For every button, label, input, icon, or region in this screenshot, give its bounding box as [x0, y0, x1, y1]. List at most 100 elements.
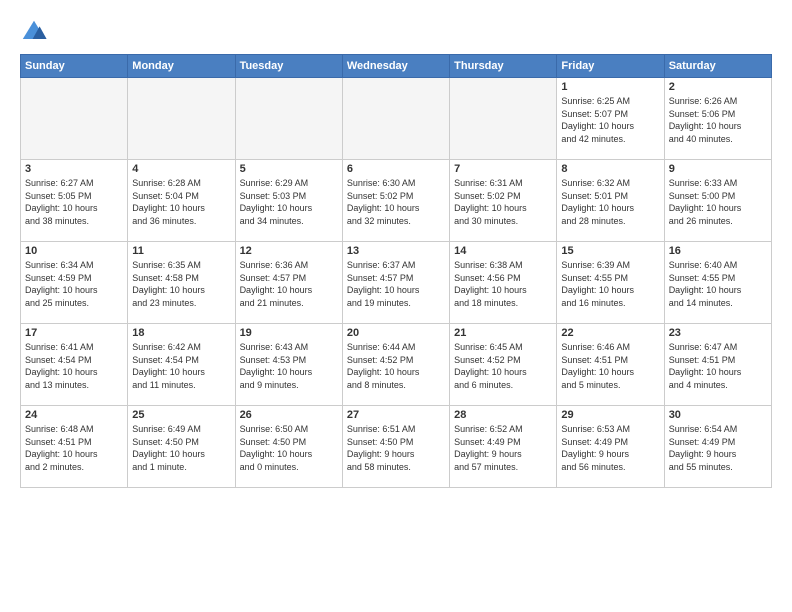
day-number: 19 — [240, 327, 338, 339]
calendar-cell: 20 Sunrise: 6:44 AM Sunset: 4:52 PM Dayli… — [342, 324, 449, 406]
logo — [20, 18, 52, 46]
day-info: Sunrise: 6:30 AM Sunset: 5:02 PM Dayligh… — [347, 177, 445, 227]
calendar-cell: 27 Sunrise: 6:51 AM Sunset: 4:50 PM Dayli… — [342, 406, 449, 488]
day-info: Sunrise: 6:53 AM Sunset: 4:49 PM Dayligh… — [561, 423, 659, 473]
day-info: Sunrise: 6:43 AM Sunset: 4:53 PM Dayligh… — [240, 341, 338, 391]
day-info: Sunrise: 6:46 AM Sunset: 4:51 PM Dayligh… — [561, 341, 659, 391]
calendar-cell: 28 Sunrise: 6:52 AM Sunset: 4:49 PM Dayli… — [450, 406, 557, 488]
calendar-cell: 8 Sunrise: 6:32 AM Sunset: 5:01 PM Daylig… — [557, 160, 664, 242]
calendar-cell — [450, 78, 557, 160]
day-info: Sunrise: 6:54 AM Sunset: 4:49 PM Dayligh… — [669, 423, 767, 473]
day-number: 11 — [132, 245, 230, 257]
day-number: 13 — [347, 245, 445, 257]
calendar-cell — [128, 78, 235, 160]
day-number: 17 — [25, 327, 123, 339]
day-info: Sunrise: 6:38 AM Sunset: 4:56 PM Dayligh… — [454, 259, 552, 309]
calendar-cell: 30 Sunrise: 6:54 AM Sunset: 4:49 PM Dayli… — [664, 406, 771, 488]
day-info: Sunrise: 6:28 AM Sunset: 5:04 PM Dayligh… — [132, 177, 230, 227]
calendar-cell: 18Sunrise: 6:42 AM Sunset: 4:54 PM Dayli… — [128, 324, 235, 406]
calendar-cell: 24 Sunrise: 6:48 AM Sunset: 4:51 PM Dayli… — [21, 406, 128, 488]
calendar-week-0: 1 Sunrise: 6:25 AM Sunset: 5:07 PM Daylig… — [21, 78, 772, 160]
day-info: Sunrise: 6:45 AM Sunset: 4:52 PM Dayligh… — [454, 341, 552, 391]
day-info: Sunrise: 6:48 AM Sunset: 4:51 PM Dayligh… — [25, 423, 123, 473]
calendar-cell: 9 Sunrise: 6:33 AM Sunset: 5:00 PM Daylig… — [664, 160, 771, 242]
day-number: 24 — [25, 409, 123, 421]
day-number: 3 — [25, 163, 123, 175]
day-number: 18 — [132, 327, 230, 339]
day-number: 8 — [561, 163, 659, 175]
day-number: 23 — [669, 327, 767, 339]
calendar-cell: 14 Sunrise: 6:38 AM Sunset: 4:56 PM Dayli… — [450, 242, 557, 324]
calendar-cell — [342, 78, 449, 160]
calendar-cell: 6 Sunrise: 6:30 AM Sunset: 5:02 PM Daylig… — [342, 160, 449, 242]
day-number: 16 — [669, 245, 767, 257]
calendar-cell: 13 Sunrise: 6:37 AM Sunset: 4:57 PM Dayli… — [342, 242, 449, 324]
calendar-cell: 1 Sunrise: 6:25 AM Sunset: 5:07 PM Daylig… — [557, 78, 664, 160]
day-info: Sunrise: 6:52 AM Sunset: 4:49 PM Dayligh… — [454, 423, 552, 473]
day-number: 1 — [561, 81, 659, 93]
calendar-cell: 29 Sunrise: 6:53 AM Sunset: 4:49 PM Dayli… — [557, 406, 664, 488]
day-number: 2 — [669, 81, 767, 93]
day-number: 15 — [561, 245, 659, 257]
calendar-week-1: 3Sunrise: 6:27 AM Sunset: 5:05 PM Daylig… — [21, 160, 772, 242]
day-number: 27 — [347, 409, 445, 421]
day-info: Sunrise: 6:37 AM Sunset: 4:57 PM Dayligh… — [347, 259, 445, 309]
calendar-cell: 10 Sunrise: 6:34 AM Sunset: 4:59 PM Dayli… — [21, 242, 128, 324]
calendar-header-sunday: Sunday — [21, 55, 128, 78]
calendar: SundayMondayTuesdayWednesdayThursdayFrid… — [20, 54, 772, 488]
calendar-header-row: SundayMondayTuesdayWednesdayThursdayFrid… — [21, 55, 772, 78]
day-info: Sunrise: 6:32 AM Sunset: 5:01 PM Dayligh… — [561, 177, 659, 227]
calendar-header-tuesday: Tuesday — [235, 55, 342, 78]
calendar-cell: 11 Sunrise: 6:35 AM Sunset: 4:58 PM Dayli… — [128, 242, 235, 324]
calendar-cell: 15 Sunrise: 6:39 AM Sunset: 4:55 PM Dayli… — [557, 242, 664, 324]
calendar-cell — [21, 78, 128, 160]
day-number: 29 — [561, 409, 659, 421]
day-number: 7 — [454, 163, 552, 175]
day-info: Sunrise: 6:25 AM Sunset: 5:07 PM Dayligh… — [561, 95, 659, 145]
calendar-header-friday: Friday — [557, 55, 664, 78]
day-info: Sunrise: 6:50 AM Sunset: 4:50 PM Dayligh… — [240, 423, 338, 473]
calendar-cell: 3Sunrise: 6:27 AM Sunset: 5:05 PM Daylig… — [21, 160, 128, 242]
day-number: 4 — [132, 163, 230, 175]
day-number: 25 — [132, 409, 230, 421]
calendar-cell: 7 Sunrise: 6:31 AM Sunset: 5:02 PM Daylig… — [450, 160, 557, 242]
calendar-header-wednesday: Wednesday — [342, 55, 449, 78]
day-info: Sunrise: 6:33 AM Sunset: 5:00 PM Dayligh… — [669, 177, 767, 227]
logo-icon — [20, 18, 48, 46]
calendar-cell: 19 Sunrise: 6:43 AM Sunset: 4:53 PM Dayli… — [235, 324, 342, 406]
header — [20, 18, 772, 46]
calendar-cell: 17Sunrise: 6:41 AM Sunset: 4:54 PM Dayli… — [21, 324, 128, 406]
calendar-week-4: 24 Sunrise: 6:48 AM Sunset: 4:51 PM Dayli… — [21, 406, 772, 488]
day-number: 26 — [240, 409, 338, 421]
calendar-header-saturday: Saturday — [664, 55, 771, 78]
day-number: 21 — [454, 327, 552, 339]
calendar-cell: 16Sunrise: 6:40 AM Sunset: 4:55 PM Dayli… — [664, 242, 771, 324]
day-number: 28 — [454, 409, 552, 421]
day-info: Sunrise: 6:44 AM Sunset: 4:52 PM Dayligh… — [347, 341, 445, 391]
day-number: 10 — [25, 245, 123, 257]
day-number: 14 — [454, 245, 552, 257]
calendar-header-monday: Monday — [128, 55, 235, 78]
day-number: 9 — [669, 163, 767, 175]
day-info: Sunrise: 6:39 AM Sunset: 4:55 PM Dayligh… — [561, 259, 659, 309]
day-number: 22 — [561, 327, 659, 339]
calendar-cell: 22 Sunrise: 6:46 AM Sunset: 4:51 PM Dayli… — [557, 324, 664, 406]
calendar-week-2: 10 Sunrise: 6:34 AM Sunset: 4:59 PM Dayli… — [21, 242, 772, 324]
day-info: Sunrise: 6:29 AM Sunset: 5:03 PM Dayligh… — [240, 177, 338, 227]
day-info: Sunrise: 6:35 AM Sunset: 4:58 PM Dayligh… — [132, 259, 230, 309]
page: SundayMondayTuesdayWednesdayThursdayFrid… — [0, 0, 792, 612]
day-number: 20 — [347, 327, 445, 339]
day-number: 30 — [669, 409, 767, 421]
calendar-cell: 2 Sunrise: 6:26 AM Sunset: 5:06 PM Daylig… — [664, 78, 771, 160]
calendar-cell: 23Sunrise: 6:47 AM Sunset: 4:51 PM Dayli… — [664, 324, 771, 406]
calendar-cell — [235, 78, 342, 160]
day-info: Sunrise: 6:34 AM Sunset: 4:59 PM Dayligh… — [25, 259, 123, 309]
day-info: Sunrise: 6:26 AM Sunset: 5:06 PM Dayligh… — [669, 95, 767, 145]
day-number: 6 — [347, 163, 445, 175]
calendar-cell: 5 Sunrise: 6:29 AM Sunset: 5:03 PM Daylig… — [235, 160, 342, 242]
day-number: 5 — [240, 163, 338, 175]
calendar-header-thursday: Thursday — [450, 55, 557, 78]
calendar-week-3: 17Sunrise: 6:41 AM Sunset: 4:54 PM Dayli… — [21, 324, 772, 406]
day-info: Sunrise: 6:31 AM Sunset: 5:02 PM Dayligh… — [454, 177, 552, 227]
day-info: Sunrise: 6:51 AM Sunset: 4:50 PM Dayligh… — [347, 423, 445, 473]
